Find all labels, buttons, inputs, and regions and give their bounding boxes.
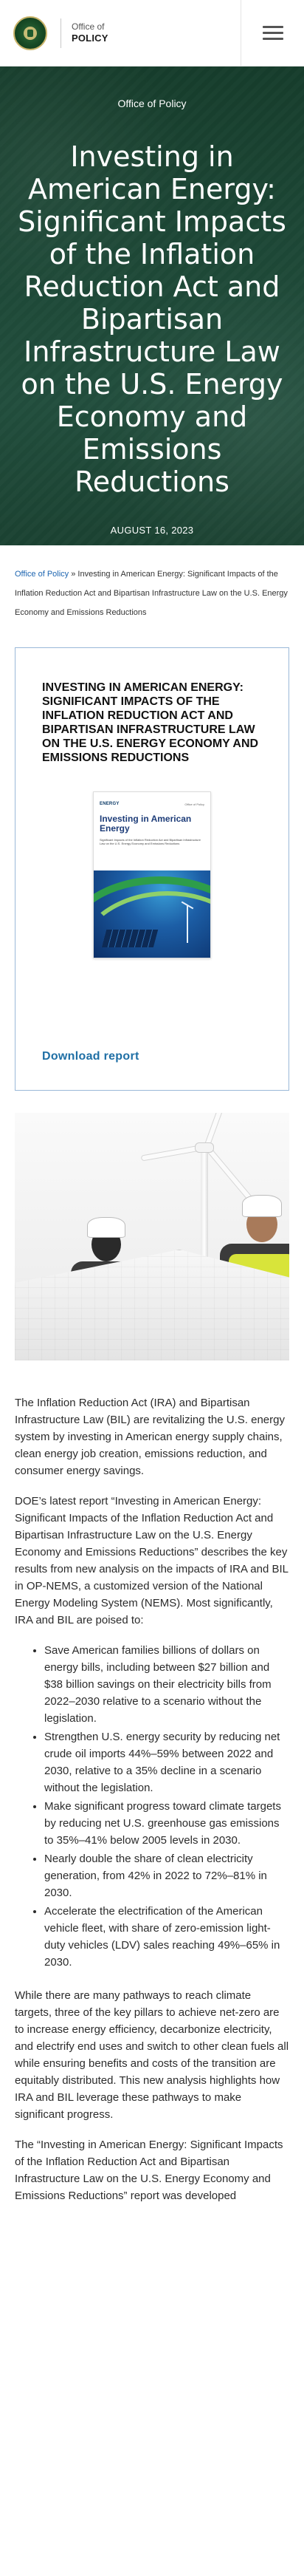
cover-subtitle: Significant Impacts of the Inflation Red… xyxy=(100,838,201,845)
breadcrumb-separator: » xyxy=(71,570,76,579)
cover-illustration xyxy=(94,870,210,958)
page-title: Investing in American Energy: Significan… xyxy=(18,140,286,498)
article-paragraph: The “Investing in American Energy: Signi… xyxy=(15,2139,283,2202)
article-paragraph: While there are many pathways to reach c… xyxy=(15,1989,289,2121)
list-item: Make significant progress toward climate… xyxy=(44,1798,289,1849)
cover-office: Office of Policy xyxy=(184,802,204,806)
cover-title: Investing in American Energy xyxy=(100,814,192,834)
hero-office-label: Office of Policy xyxy=(117,98,187,109)
article-body: The Inflation Reduction Act (IRA) and Bi… xyxy=(0,1360,304,2204)
report-cover-image[interactable]: ENERGY Office of Policy Investing in Ame… xyxy=(93,791,211,958)
office-name: Office of POLICY xyxy=(72,21,108,44)
menu-button[interactable] xyxy=(241,0,304,67)
workers-wind-turbine-photo xyxy=(15,1113,289,1360)
doe-seal-logo xyxy=(13,16,47,50)
report-title: INVESTING IN AMERICAN ENERGY: SIGNIFICAN… xyxy=(42,681,259,764)
article-paragraph: DOE’s latest report “Investing in Americ… xyxy=(15,1495,289,1626)
report-card: INVESTING IN AMERICAN ENERGY: SIGNIFICAN… xyxy=(15,647,289,1091)
list-item: Accelerate the electrification of the Am… xyxy=(44,1903,289,1971)
breadcrumb: Office of Policy » Investing in American… xyxy=(0,545,304,622)
office-logo-link[interactable]: Office of POLICY xyxy=(0,16,108,50)
publish-date: AUGUST 16, 2023 xyxy=(110,525,194,536)
list-item: Nearly double the share of clean electri… xyxy=(44,1850,289,1901)
hamburger-menu-icon xyxy=(262,25,283,41)
office-name-line2: POLICY xyxy=(72,32,108,44)
impacts-list: Save American families billions of dolla… xyxy=(15,1642,289,1971)
site-header: Office of POLICY xyxy=(0,0,304,67)
list-item: Save American families billions of dolla… xyxy=(44,1642,289,1727)
office-name-line1: Office of xyxy=(72,21,105,32)
list-item: Strengthen U.S. energy security by reduc… xyxy=(44,1728,289,1796)
cover-energy-logo: ENERGY xyxy=(100,802,120,806)
download-report-link[interactable]: Download report xyxy=(42,1050,139,1063)
article-paragraph: The Inflation Reduction Act (IRA) and Bi… xyxy=(15,1397,285,1477)
breadcrumb-link-office-of-policy[interactable]: Office of Policy xyxy=(15,570,69,579)
hero-banner: Office of Policy Investing in American E… xyxy=(0,67,304,545)
